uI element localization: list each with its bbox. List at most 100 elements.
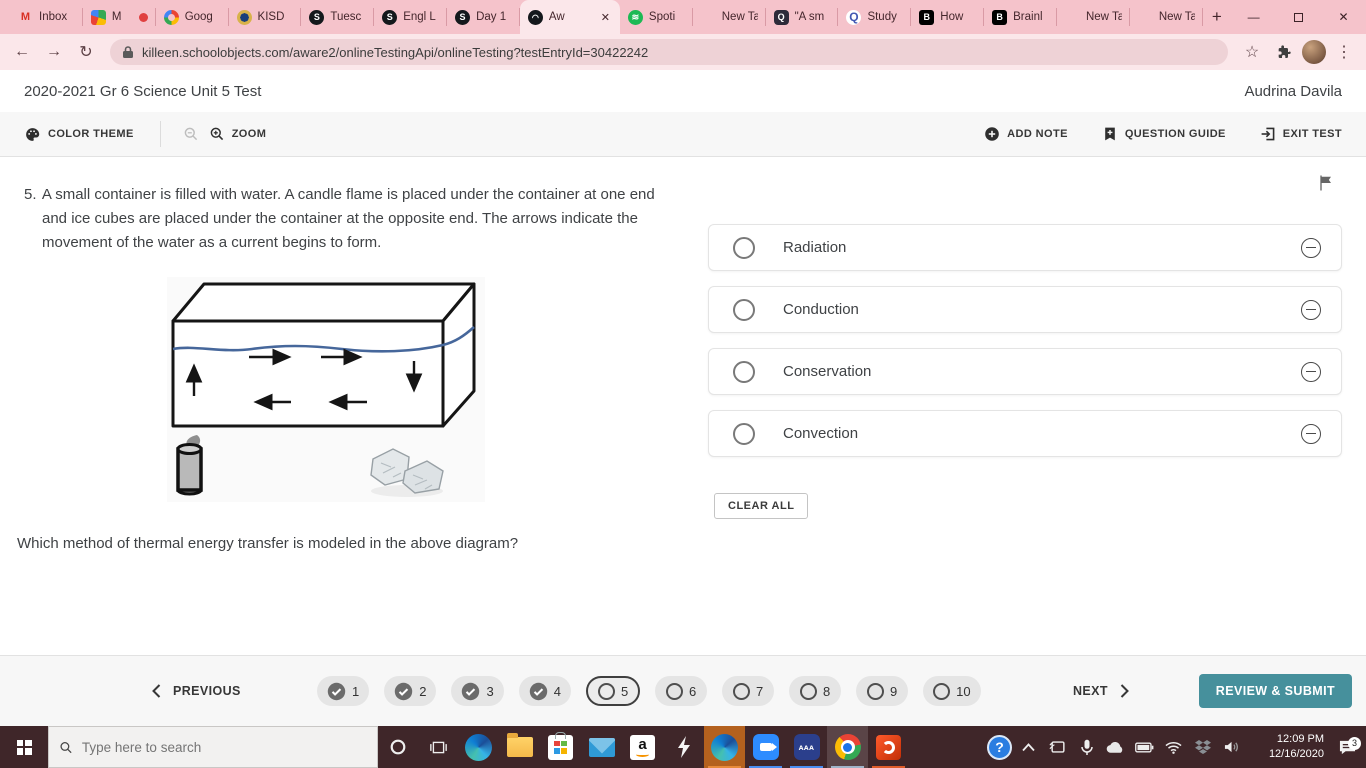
option-convection[interactable]: Convection [708, 410, 1342, 457]
new-tab-button[interactable]: + [1203, 0, 1231, 34]
browser-tab-newtab-2[interactable]: New Tab [1057, 0, 1130, 34]
onedrive-button[interactable] [1101, 741, 1130, 754]
zoom-out-button[interactable] [183, 126, 199, 142]
question-pill-10[interactable]: 10 [923, 676, 981, 706]
maximize-button[interactable] [1276, 0, 1321, 34]
clear-all-button[interactable]: CLEAR ALL [714, 493, 809, 519]
review-submit-button[interactable]: REVIEW & SUBMIT [1198, 674, 1352, 708]
browser-tab-google[interactable]: Goog [156, 0, 229, 34]
minimize-button[interactable]: — [1231, 0, 1276, 34]
option-conduction[interactable]: Conduction [708, 286, 1342, 333]
help-app-button[interactable]: ? [985, 734, 1014, 760]
browser-tab-schoology-1[interactable]: Tuesc [301, 0, 375, 34]
search-input[interactable] [81, 739, 367, 755]
dropbox-icon [1194, 740, 1211, 754]
tray-expand-button[interactable] [1014, 742, 1043, 752]
question-pill-6[interactable]: 6 [655, 676, 708, 706]
question-pill-5-current[interactable]: 5 [585, 676, 641, 706]
microphone-icon [1080, 739, 1093, 755]
edge-active-app-button[interactable] [704, 726, 745, 768]
browser-tab-quizizz[interactable]: "A sm [766, 0, 839, 34]
bolt-app-button[interactable] [663, 726, 704, 768]
radio-button[interactable] [733, 360, 755, 383]
pill-number: 2 [419, 683, 427, 699]
browser-tab-quizlet[interactable]: Study [838, 0, 912, 34]
tab-label: Tuesc [330, 11, 362, 23]
office-app-button[interactable] [868, 726, 909, 768]
profile-avatar[interactable] [1302, 40, 1326, 64]
question-pill-7[interactable]: 7 [722, 676, 775, 706]
flag-question-icon[interactable] [1316, 173, 1336, 198]
browser-tab-spotify[interactable]: Spoti [620, 0, 693, 34]
next-button[interactable]: NEXT [1073, 684, 1129, 698]
back-icon[interactable]: ← [8, 38, 36, 66]
task-view-button[interactable] [418, 726, 458, 768]
edge-app-button[interactable] [458, 726, 499, 768]
question-pill-8[interactable]: 8 [789, 676, 842, 706]
start-button[interactable] [0, 726, 48, 768]
people-app-button[interactable]: ᴀᴀᴀ [786, 726, 827, 768]
eliminate-option-icon[interactable] [1301, 361, 1321, 382]
browser-tab-newtab-1[interactable]: New Tab [693, 0, 766, 34]
kisd-badge-icon [236, 9, 252, 25]
radio-button[interactable] [733, 236, 755, 259]
question-pill-2[interactable]: 2 [384, 676, 437, 706]
store-button[interactable] [540, 726, 581, 768]
previous-button[interactable]: PREVIOUS [152, 684, 241, 698]
screen-cast-button[interactable] [1043, 740, 1072, 754]
question-text: 5. A small container is filled with wate… [24, 183, 672, 255]
option-radiation[interactable]: Radiation [708, 224, 1342, 271]
eliminate-option-icon[interactable] [1301, 237, 1321, 258]
browser-tab-newtab-3[interactable]: New Tab [1130, 0, 1203, 34]
exit-test-button[interactable]: EXIT TEST [1260, 126, 1342, 142]
browser-tab-schoology-2[interactable]: Engl L [374, 0, 447, 34]
tab-close-icon[interactable]: ✕ [599, 11, 612, 24]
lightning-icon [677, 736, 690, 758]
option-conservation[interactable]: Conservation [708, 348, 1342, 395]
browser-tab-meet[interactable]: M [83, 0, 156, 34]
question-guide-button[interactable]: QUESTION GUIDE [1102, 126, 1226, 142]
chevron-up-icon [1022, 742, 1035, 751]
chrome-menu-icon[interactable]: ⋮ [1330, 38, 1358, 66]
close-button[interactable]: ✕ [1321, 0, 1366, 34]
extensions-icon[interactable] [1270, 38, 1298, 66]
address-bar[interactable]: killeen.schoolobjects.com/aware2/onlineT… [110, 39, 1228, 65]
battery-button[interactable] [1130, 742, 1159, 753]
taskbar-clock[interactable]: 12:09 PM 12/16/2020 [1246, 732, 1328, 763]
url-text: killeen.schoolobjects.com/aware2/onlineT… [142, 44, 649, 60]
chrome-app-button[interactable] [827, 726, 868, 768]
browser-tab-brainly-1[interactable]: How [911, 0, 984, 34]
wifi-button[interactable] [1159, 741, 1188, 754]
eliminate-option-icon[interactable] [1301, 299, 1321, 320]
zoom-in-button[interactable]: ZOOM [209, 126, 267, 142]
eliminate-option-icon[interactable] [1301, 423, 1321, 444]
reload-icon[interactable]: ↻ [72, 38, 100, 66]
file-explorer-button[interactable] [499, 726, 540, 768]
schoology-icon [455, 9, 471, 25]
question-pill-1[interactable]: 1 [317, 676, 370, 706]
microphone-button[interactable] [1072, 739, 1101, 756]
bookmark-star-icon[interactable]: ☆ [1238, 38, 1266, 66]
action-center-button[interactable]: 3 [1328, 736, 1366, 756]
amazon-button[interactable]: a [622, 726, 663, 768]
volume-button[interactable] [1217, 740, 1246, 754]
browser-tab-kisd[interactable]: KISD [229, 0, 302, 34]
browser-tab-brainly-2[interactable]: Brainl [984, 0, 1057, 34]
dropbox-button[interactable] [1188, 740, 1217, 754]
add-note-button[interactable]: ADD NOTE [984, 126, 1068, 142]
speaker-icon [1224, 741, 1238, 753]
taskbar-search[interactable] [48, 726, 378, 768]
question-pill-3[interactable]: 3 [451, 676, 504, 706]
color-theme-button[interactable]: COLOR THEME [24, 126, 134, 143]
radio-button[interactable] [733, 422, 755, 445]
zoom-app-button[interactable] [745, 726, 786, 768]
browser-tab-inbox[interactable]: Inbox [10, 0, 83, 34]
radio-button[interactable] [733, 298, 755, 321]
forward-icon[interactable]: → [40, 38, 68, 66]
question-pill-9[interactable]: 9 [856, 676, 909, 706]
mail-button[interactable] [581, 726, 622, 768]
cortana-button[interactable] [378, 726, 418, 768]
browser-tab-schoology-3[interactable]: Day 1 [447, 0, 520, 34]
browser-tab-aware-active[interactable]: Aw ✕ [519, 0, 620, 34]
question-pill-4[interactable]: 4 [518, 676, 571, 706]
